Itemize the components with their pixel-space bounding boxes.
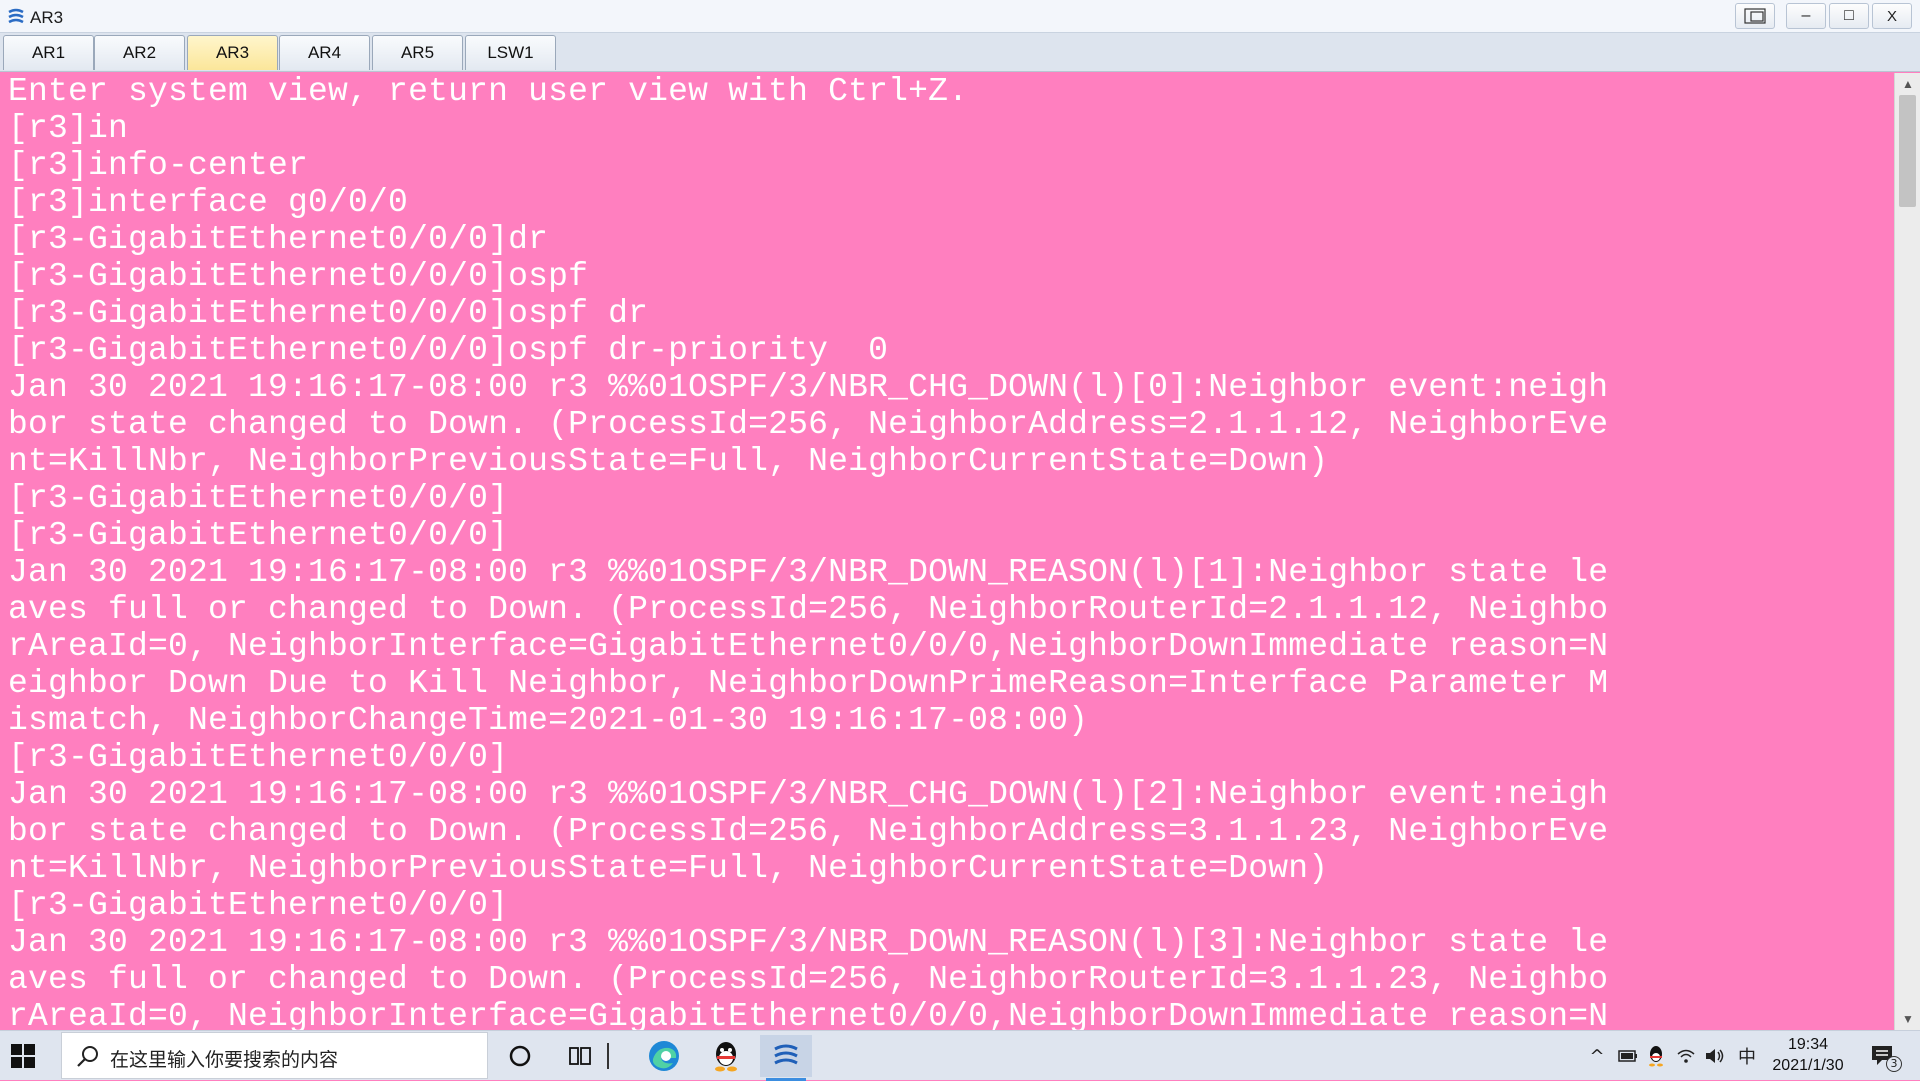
terminal-line: [r3-GigabitEthernet0/0/0]ospf — [8, 258, 589, 295]
tray-chevron-icon[interactable]: ^ — [1587, 1044, 1607, 1068]
tab-ar3[interactable]: AR3 — [187, 35, 278, 70]
windows-taskbar: 在这里输入你要搜索的内容 ^ 中 19:34 2021/1/30 3 — [0, 1030, 1920, 1081]
restore-icon — [1744, 8, 1766, 24]
terminal-line: nt=KillNbr, NeighborPreviousState=Full, … — [8, 850, 1329, 887]
scroll-up-arrow-icon[interactable]: ▲ — [1895, 73, 1920, 95]
terminal-line: [r3-GigabitEthernet0/0/0]ospf dr-priorit… — [8, 332, 889, 369]
terminal-line: Enter system view, return user view with… — [8, 73, 969, 110]
terminal-line: [r3]interface g0/0/0 — [8, 184, 409, 221]
tab-ar2[interactable]: AR2 — [94, 35, 185, 70]
close-button[interactable]: X — [1872, 3, 1912, 29]
taskbar-search-box[interactable]: 在这里输入你要搜索的内容 — [61, 1032, 488, 1079]
terminal-line: [r3]info-center — [8, 147, 309, 184]
volume-icon[interactable] — [1703, 1044, 1727, 1068]
search-placeholder: 在这里输入你要搜索的内容 — [110, 1049, 339, 1071]
minimize-icon: – — [1801, 7, 1811, 24]
terminal-line: Jan 30 2021 19:16:17-08:00 r3 %%01OSPF/3… — [8, 369, 1609, 406]
terminal-line: Jan 30 2021 19:16:17-08:00 r3 %%01OSPF/3… — [8, 924, 1609, 961]
minimize-button[interactable]: – — [1786, 3, 1826, 29]
taskbar-divider — [601, 1035, 615, 1077]
task-view-icon[interactable] — [554, 1035, 606, 1077]
terminal-line: eighbor Down Due to Kill Neighbor, Neigh… — [8, 665, 1609, 702]
terminal-line: aves full or changed to Down. (ProcessId… — [8, 961, 1609, 998]
terminal-output[interactable]: Enter system view, return user view with… — [0, 73, 1894, 1030]
windows-start-icon[interactable] — [10, 1043, 36, 1069]
terminal-line: [r3-GigabitEthernet0/0/0] — [8, 739, 509, 776]
notification-center-icon[interactable]: 3 — [1866, 1044, 1902, 1072]
maximize-button[interactable]: □ — [1829, 3, 1869, 29]
terminal-line: bor state changed to Down. (ProcessId=25… — [8, 406, 1609, 443]
edge-icon[interactable] — [638, 1035, 690, 1077]
terminal-line: [r3-GigabitEthernet0/0/0]ospf dr — [8, 295, 649, 332]
ime-indicator[interactable]: 中 — [1735, 1044, 1759, 1068]
notification-count-badge: 3 — [1886, 1056, 1902, 1072]
device-tab-bar: AR1 AR2 AR3 AR4 AR5 LSW1 — [0, 33, 1920, 72]
cortana-icon[interactable] — [494, 1035, 546, 1077]
terminal-line: rAreaId=0, NeighborInterface=GigabitEthe… — [8, 998, 1609, 1030]
terminal-line: ismatch, NeighborChangeTime=2021-01-30 1… — [8, 702, 1089, 739]
terminal-line: Jan 30 2021 19:16:17-08:00 r3 %%01OSPF/3… — [8, 554, 1609, 591]
clock-date[interactable]: 2021/1/30 — [1766, 1057, 1850, 1075]
battery-icon[interactable] — [1617, 1044, 1639, 1068]
clock-time[interactable]: 19:34 — [1784, 1036, 1832, 1054]
terminal-line: rAreaId=0, NeighborInterface=GigabitEthe… — [8, 628, 1609, 665]
ensp-app-icon — [8, 8, 24, 24]
search-icon — [77, 1046, 98, 1067]
close-icon: X — [1886, 7, 1897, 25]
tab-lsw1[interactable]: LSW1 — [465, 35, 556, 70]
wifi-icon[interactable] — [1675, 1044, 1697, 1068]
scrollbar-thumb[interactable] — [1899, 95, 1916, 207]
qq-icon[interactable] — [700, 1035, 752, 1077]
terminal-line: aves full or changed to Down. (ProcessId… — [8, 591, 1609, 628]
terminal-line: [r3-GigabitEthernet0/0/0]dr — [8, 221, 549, 258]
terminal-line: bor state changed to Down. (ProcessId=25… — [8, 813, 1609, 850]
tab-ar5[interactable]: AR5 — [372, 35, 463, 70]
tab-ar4[interactable]: AR4 — [279, 35, 370, 70]
ensp-taskbar-icon[interactable] — [760, 1035, 812, 1081]
terminal-line: [r3-GigabitEthernet0/0/0] — [8, 887, 509, 924]
restore-button[interactable] — [1735, 3, 1775, 29]
window-titlebar: AR3 – □ X — [0, 0, 1920, 33]
terminal-line: Jan 30 2021 19:16:17-08:00 r3 %%01OSPF/3… — [8, 776, 1609, 813]
terminal-line: [r3-GigabitEthernet0/0/0] — [8, 517, 509, 554]
window-title: AR3 — [30, 8, 64, 27]
scroll-down-arrow-icon[interactable]: ▼ — [1895, 1008, 1920, 1030]
maximize-icon: □ — [1844, 7, 1854, 24]
terminal-line: [r3-GigabitEthernet0/0/0] — [8, 480, 509, 517]
qq-tray-icon[interactable] — [1645, 1044, 1667, 1068]
tab-ar1[interactable]: AR1 — [3, 35, 94, 70]
terminal-scrollbar[interactable]: ▲ ▼ — [1894, 73, 1920, 1030]
terminal-line: [r3]in — [8, 110, 129, 147]
terminal-line: nt=KillNbr, NeighborPreviousState=Full, … — [8, 443, 1329, 480]
